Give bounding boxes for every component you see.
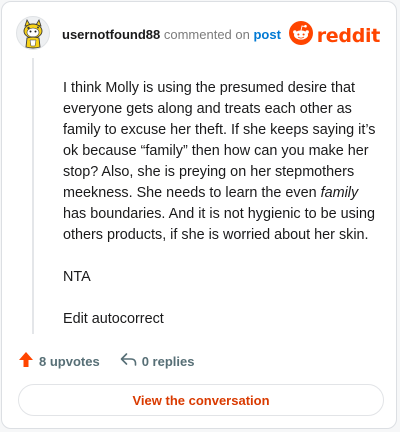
upvote-arrow-icon [18, 351, 34, 371]
reddit-brand[interactable]: reddit [288, 21, 381, 50]
upvote-count: 8 upvotes [39, 353, 100, 369]
comment-card: usernotfound88 commented on post reddit … [1, 1, 397, 429]
reddit-wordmark: reddit [316, 24, 381, 47]
commented-on-text: commented on [163, 27, 250, 42]
comment-header: usernotfound88 commented on post [62, 27, 281, 43]
upvote-button[interactable]: 8 upvotes [18, 351, 100, 371]
comment-paragraph: NTA [63, 269, 91, 285]
emphasis-text: family [320, 185, 359, 201]
reply-count: 0 replies [141, 353, 195, 369]
view-conversation-button[interactable]: View the conversation [18, 384, 384, 416]
reddit-logo-icon [288, 21, 313, 50]
username[interactable]: usernotfound88 [62, 27, 160, 42]
comment-paragraph: Edit autocorrect [63, 311, 164, 327]
user-avatar-icon[interactable] [16, 16, 50, 50]
comment-actions: 8 upvotes 0 replies [18, 351, 194, 371]
comment-paragraph: I think Molly is using the presumed desi… [63, 80, 376, 243]
post-link[interactable]: post [253, 27, 280, 42]
comment-body: I think Molly is using the presumed desi… [63, 78, 385, 330]
thread-line [32, 58, 34, 334]
reply-button[interactable]: 0 replies [120, 352, 195, 370]
reply-arrow-icon [120, 352, 137, 370]
